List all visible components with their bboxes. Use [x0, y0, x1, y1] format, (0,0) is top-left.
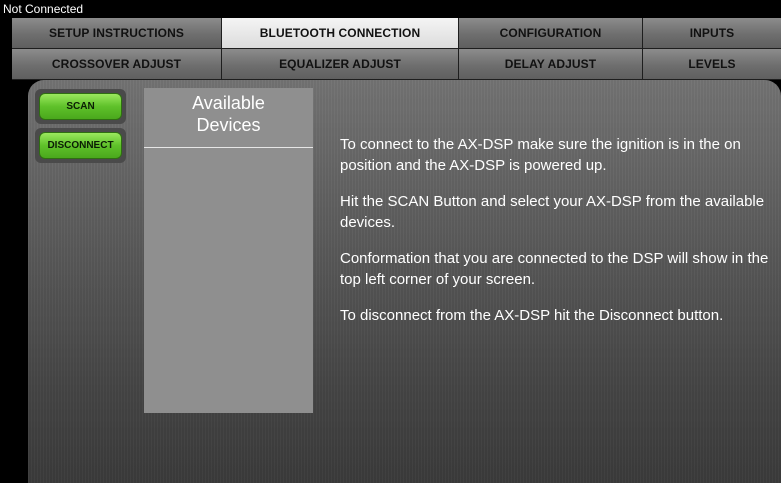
- available-devices-list[interactable]: Available Devices: [144, 88, 313, 413]
- instruction-paragraph: To disconnect from the AX-DSP hit the Di…: [340, 307, 724, 324]
- devices-divider: [144, 147, 313, 148]
- tab-setup-instructions[interactable]: SETUP INSTRUCTIONS: [12, 18, 222, 49]
- tab-inputs[interactable]: INPUTS: [643, 18, 781, 49]
- instruction-paragraph: Conformation that you are connected to t…: [340, 250, 769, 288]
- tab-equalizer-adjust[interactable]: EQUALIZER ADJUST: [222, 49, 459, 80]
- tab-levels[interactable]: LEVELS: [643, 49, 781, 80]
- tab-bar-primary: SETUP INSTRUCTIONS BLUETOOTH CONNECTION …: [12, 18, 781, 49]
- tab-crossover-adjust[interactable]: CROSSOVER ADJUST: [12, 49, 222, 80]
- scan-button-well: SCAN: [35, 89, 126, 124]
- devices-title-line1: Available: [192, 93, 265, 113]
- instruction-paragraph: Hit the SCAN Button and select your AX-D…: [340, 193, 765, 231]
- scan-button[interactable]: SCAN: [39, 93, 122, 120]
- bluetooth-panel: SCAN DISCONNECT Available Devices To con…: [28, 80, 781, 483]
- connection-status: Not Connected: [0, 0, 781, 18]
- connection-instructions: To connect to the AX-DSP make sure the i…: [340, 134, 770, 341]
- disconnect-button-well: DISCONNECT: [35, 128, 126, 163]
- instruction-paragraph: To connect to the AX-DSP make sure the i…: [340, 136, 741, 174]
- tab-delay-adjust[interactable]: DELAY ADJUST: [459, 49, 643, 80]
- tab-configuration[interactable]: CONFIGURATION: [459, 18, 643, 49]
- app-screen: Not Connected SETUP INSTRUCTIONS BLUETOO…: [0, 0, 781, 483]
- devices-title-line2: Devices: [196, 115, 261, 135]
- available-devices-title: Available Devices: [144, 92, 313, 136]
- disconnect-button[interactable]: DISCONNECT: [39, 132, 122, 159]
- tab-bar-secondary: CROSSOVER ADJUST EQUALIZER ADJUST DELAY …: [12, 49, 781, 80]
- tab-bluetooth-connection[interactable]: BLUETOOTH CONNECTION: [222, 18, 459, 49]
